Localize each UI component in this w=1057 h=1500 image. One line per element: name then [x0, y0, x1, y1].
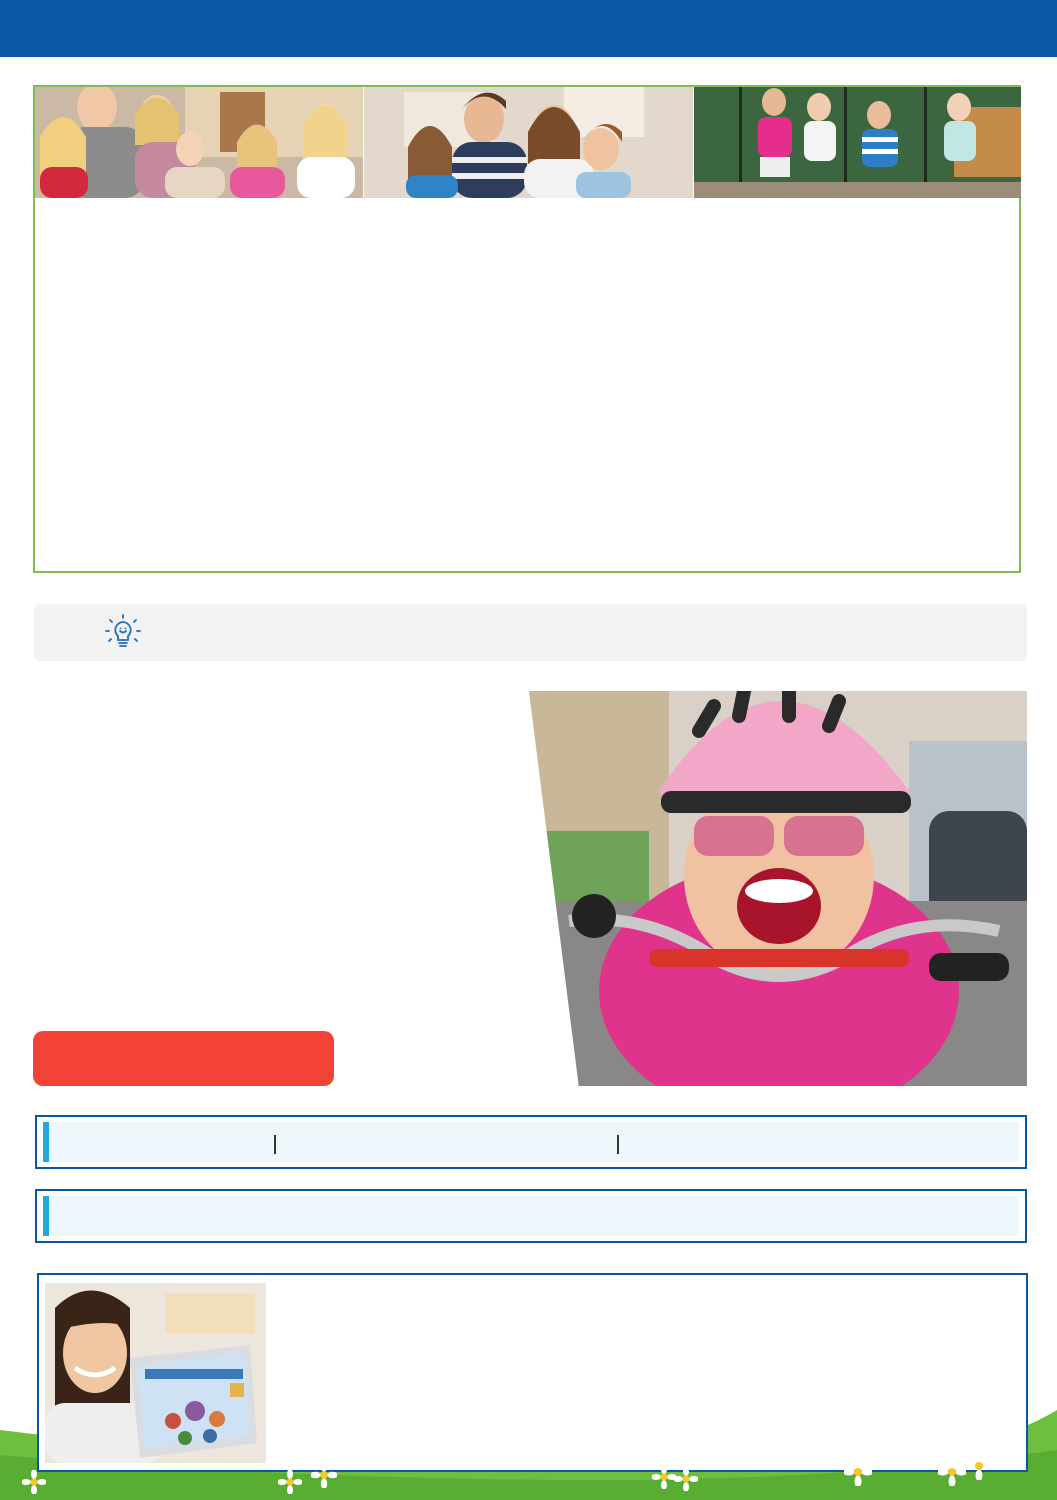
children-running-photo [693, 87, 1021, 198]
woman-with-laptop-photo [45, 1283, 266, 1463]
header-bar [0, 0, 1057, 57]
daisy-icon [278, 1470, 302, 1494]
daisy-icon [938, 1458, 966, 1486]
info-row-2 [35, 1189, 1027, 1243]
info-row-1 [35, 1115, 1027, 1169]
lightbulb-icon [105, 614, 141, 647]
call-to-action-button[interactable] [33, 1031, 334, 1086]
hero-photo-strip [35, 87, 1021, 198]
daisy-icon [311, 1462, 337, 1488]
tip-bar [34, 604, 1027, 661]
info-row-1-accent [43, 1122, 49, 1162]
daisy-icon [674, 1467, 698, 1491]
info-row-2-accent [43, 1196, 49, 1236]
family-group-photo [35, 87, 363, 198]
info-row-1-separator [617, 1135, 619, 1154]
girl-on-bike-photo [529, 691, 1027, 1086]
daisy-icon [652, 1465, 676, 1489]
daisy-icon [844, 1458, 872, 1486]
info-row-1-separator [274, 1135, 276, 1154]
parents-with-children-photo [363, 87, 693, 198]
daisy-icon [965, 1452, 993, 1480]
daisy-icon [22, 1470, 46, 1494]
